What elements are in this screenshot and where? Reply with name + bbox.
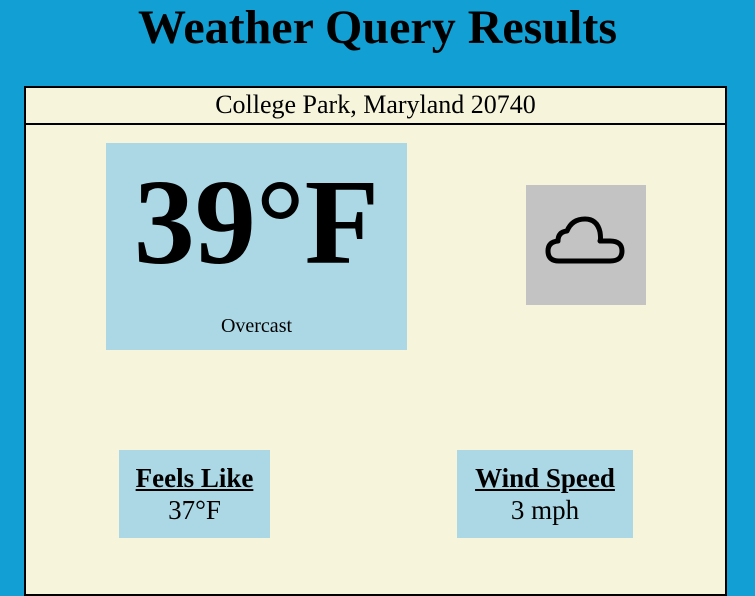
weather-results-panel: College Park, Maryland 20740 39°F Overca… <box>24 86 727 596</box>
current-temperature-box: 39°F Overcast <box>106 143 407 350</box>
temperature-value: 39°F <box>133 155 380 290</box>
weather-icon-box <box>526 185 646 305</box>
location-label: College Park, Maryland 20740 <box>26 88 725 125</box>
feels-like-value: 37°F <box>168 495 221 525</box>
feels-like-label: Feels Like <box>135 463 254 493</box>
weather-condition: Overcast <box>220 315 293 337</box>
page-title: Weather Query Results <box>137 1 618 54</box>
wind-speed-label: Wind Speed <box>475 463 615 493</box>
wind-speed-value: 3 mph <box>510 495 580 525</box>
feels-like-box: Feels Like 37°F <box>119 450 270 538</box>
cloud-icon <box>545 216 625 264</box>
wind-speed-box: Wind Speed 3 mph <box>457 450 633 538</box>
